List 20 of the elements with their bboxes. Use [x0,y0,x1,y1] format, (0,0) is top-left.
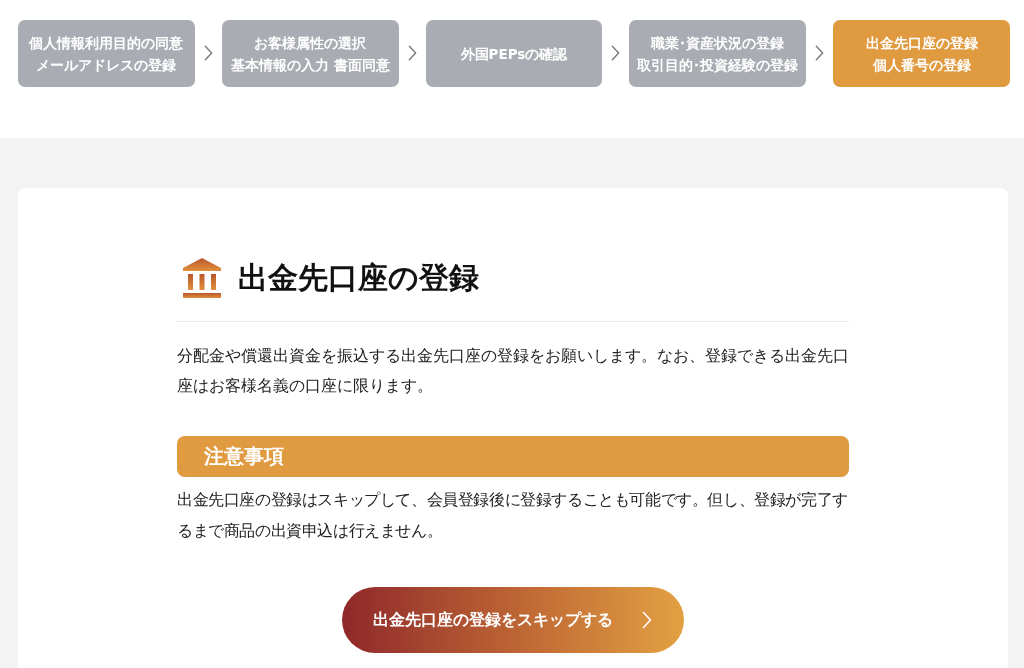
chevron-right-icon [815,45,825,62]
skip-button[interactable]: 出金先口座の登録をスキップする [342,587,684,653]
step-label: 職業･資産状況の登録 [651,33,785,53]
chevron-right-icon [203,45,213,62]
step-label: 基本情報の入力 書面同意 [230,55,390,75]
step-label: メールアドレスの登録 [36,55,177,75]
notice-heading: 注意事項 [177,436,849,477]
chevron-right-icon [611,45,621,62]
notice-text: 出金先口座の登録はスキップして、会員登録後に登録することも可能です。但し、登録が完了するまで商品の出資申込は行えません。 [177,489,849,542]
chevron-right-icon [407,45,417,62]
step-label: 個人情報利用目的の同意 [29,33,184,53]
step-label: 取引目的･投資経験の登録 [637,55,799,75]
step-label: 個人番号の登録 [872,55,971,75]
step-label: 外国PEPsの確認 [460,44,568,64]
chevron-right-icon [642,611,652,629]
step-label: 出金先口座の登録 [865,33,978,53]
step-label: お客様属性の選択 [254,33,367,53]
bank-icon [182,258,222,298]
description-text: 分配金や償還出資金を振込する出金先口座の登録をお願いします。なお、登録できる出金先口座はお客様名義の口座に限ります。 [177,345,849,397]
page-title: 出金先口座の登録 [238,259,479,297]
